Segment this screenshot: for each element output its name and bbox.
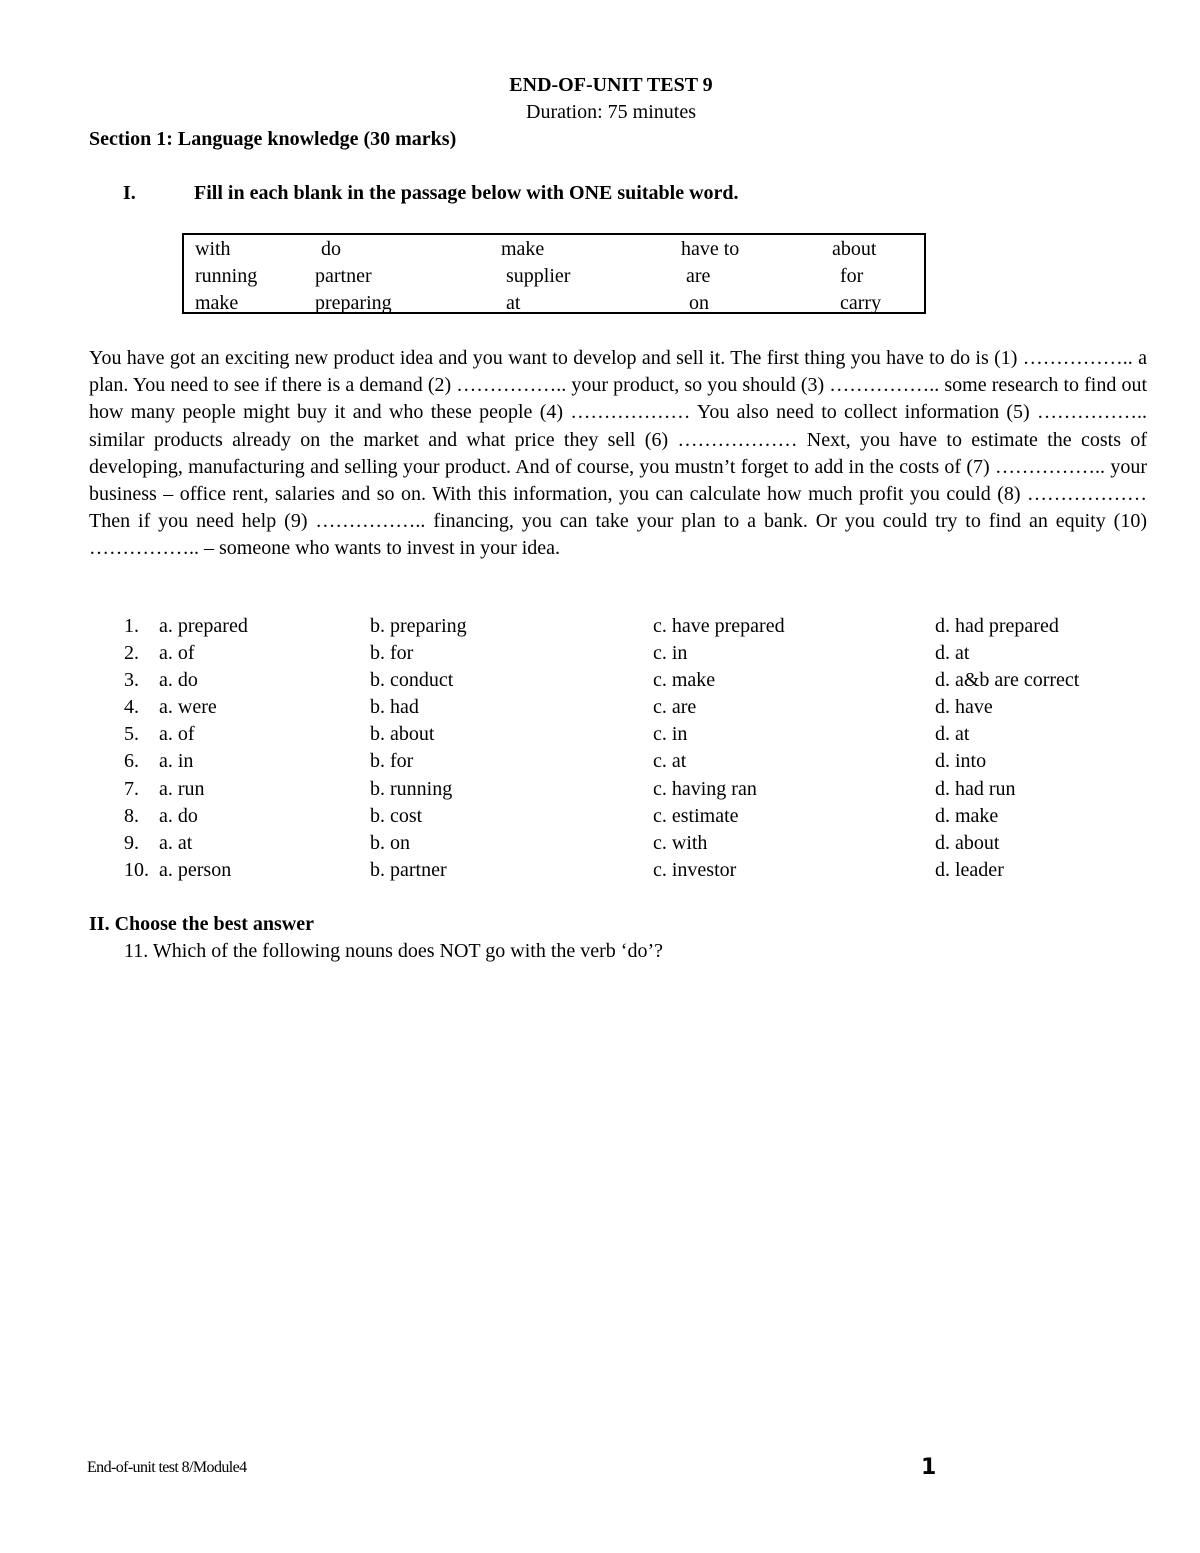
word-bank-box: with do make have to about running partn… [182,233,926,314]
option-a: a. in [159,750,194,773]
option-c: c. in [653,642,688,665]
option-a: a. were [159,696,217,719]
word-bank-item: about [832,238,877,260]
question-number: 4. [124,696,139,719]
option-a: a. of [159,723,195,746]
word-bank-item: preparing [315,292,392,314]
question-row: 3. a. do b. conduct c. make d. a&b are c… [124,669,1164,696]
section-1-heading: Section 1: Language knowledge (30 marks) [89,128,457,150]
word-bank-item: are [686,265,711,287]
option-b: b. about [370,723,435,746]
test-title: END-OF-UNIT TEST 9 [509,74,713,96]
option-c: c. with [653,831,708,854]
question-11: 11. Which of the following nouns does NO… [124,940,663,962]
option-b: b. on [370,831,410,854]
question-number: 2. [124,642,139,665]
footer-label: End-of-unit test 8/Module4 [87,1459,247,1476]
question-row: 8. a. do b. cost c. estimate d. make [124,805,1164,832]
question-row: 4. a. were b. had c. are d. have [124,696,1164,723]
option-d: d. at [935,642,970,665]
page-number: 1 [921,1455,937,1480]
word-bank-item: carry [840,292,882,314]
option-b: b. preparing [370,615,467,637]
part-2-heading: II. Choose the best answer [89,913,314,935]
option-b: b. cost [370,804,423,827]
document-page: END-OF-UNIT TEST 9 Duration: 75 minutes … [0,0,1200,1553]
option-c: c. have prepared [653,615,785,637]
question-row: 7. a. run b. running c. having ran d. ha… [124,778,1164,805]
option-c: c. investor [653,858,737,881]
word-bank-item: with [195,238,231,260]
question-row: 1. a. prepared b. preparing c. have prep… [124,615,1164,642]
question-number: 5. [124,723,139,746]
option-b: b. had [370,696,419,719]
option-c: c. make [653,669,716,692]
option-d: d. about [935,831,1000,854]
option-d: d. have [935,696,993,719]
option-a: a. prepared [159,615,248,637]
word-bank-item: at [506,292,521,314]
option-d: d. had prepared [935,615,1059,637]
option-a: a. of [159,642,195,665]
question-row: 9. a. at b. on c. with d. about [124,832,1164,859]
option-a: a. do [159,804,198,827]
question-number: 10. [124,858,149,881]
question-row: 10. a. person b. partner c. investor d. … [124,859,1164,886]
question-number: 1. [124,615,139,637]
question-row: 6. a. in b. for c. at d. into [124,750,1164,777]
option-a: a. person [159,858,232,881]
question-row: 5. a. of b. about c. in d. at [124,723,1164,750]
option-a: a. do [159,669,198,692]
word-bank-item: do [321,238,341,260]
question-number: 9. [124,831,139,854]
option-d: d. a&b are correct [935,669,1080,692]
option-c: c. estimate [653,804,739,827]
option-c: c. are [653,696,697,719]
question-number: 7. [124,777,139,800]
word-bank-item: partner [315,265,372,287]
word-bank-item: running [195,265,258,287]
option-b: b. partner [370,858,447,881]
word-bank-item: for [840,265,864,287]
word-bank-item: on [689,292,709,314]
question-number: 8. [124,804,139,827]
option-b: b. conduct [370,669,454,692]
answer-options-list: 1. a. prepared b. preparing c. have prep… [124,615,1164,886]
part-1-numeral: I. [123,182,136,204]
cloze-passage: You have got an exciting new product ide… [89,347,1147,560]
question-row: 2. a. of b. for c. in d. at [124,642,1164,669]
option-c: c. having ran [653,777,757,800]
option-d: d. leader [935,858,1004,881]
test-duration: Duration: 75 minutes [526,101,696,123]
question-number: 3. [124,669,139,692]
word-bank-item: make [195,292,239,314]
part-1-instruction: Fill in each blank in the passage below … [194,182,739,204]
word-bank-item: make [501,238,545,260]
option-d: d. at [935,723,970,746]
option-a: a. at [159,831,193,854]
option-c: c. at [653,750,687,773]
option-d: d. make [935,804,999,827]
word-bank-item: have to [681,238,740,260]
option-a: a. run [159,777,205,800]
option-d: d. into [935,750,987,773]
option-c: c. in [653,723,688,746]
part-1-heading: I. Fill in each blank in the passage belo… [123,182,739,205]
option-b: b. for [370,642,414,665]
option-b: b. for [370,750,414,773]
word-bank-item: supplier [506,265,571,287]
option-d: d. had run [935,777,1016,800]
option-b: b. running [370,777,453,800]
question-number: 6. [124,750,139,773]
